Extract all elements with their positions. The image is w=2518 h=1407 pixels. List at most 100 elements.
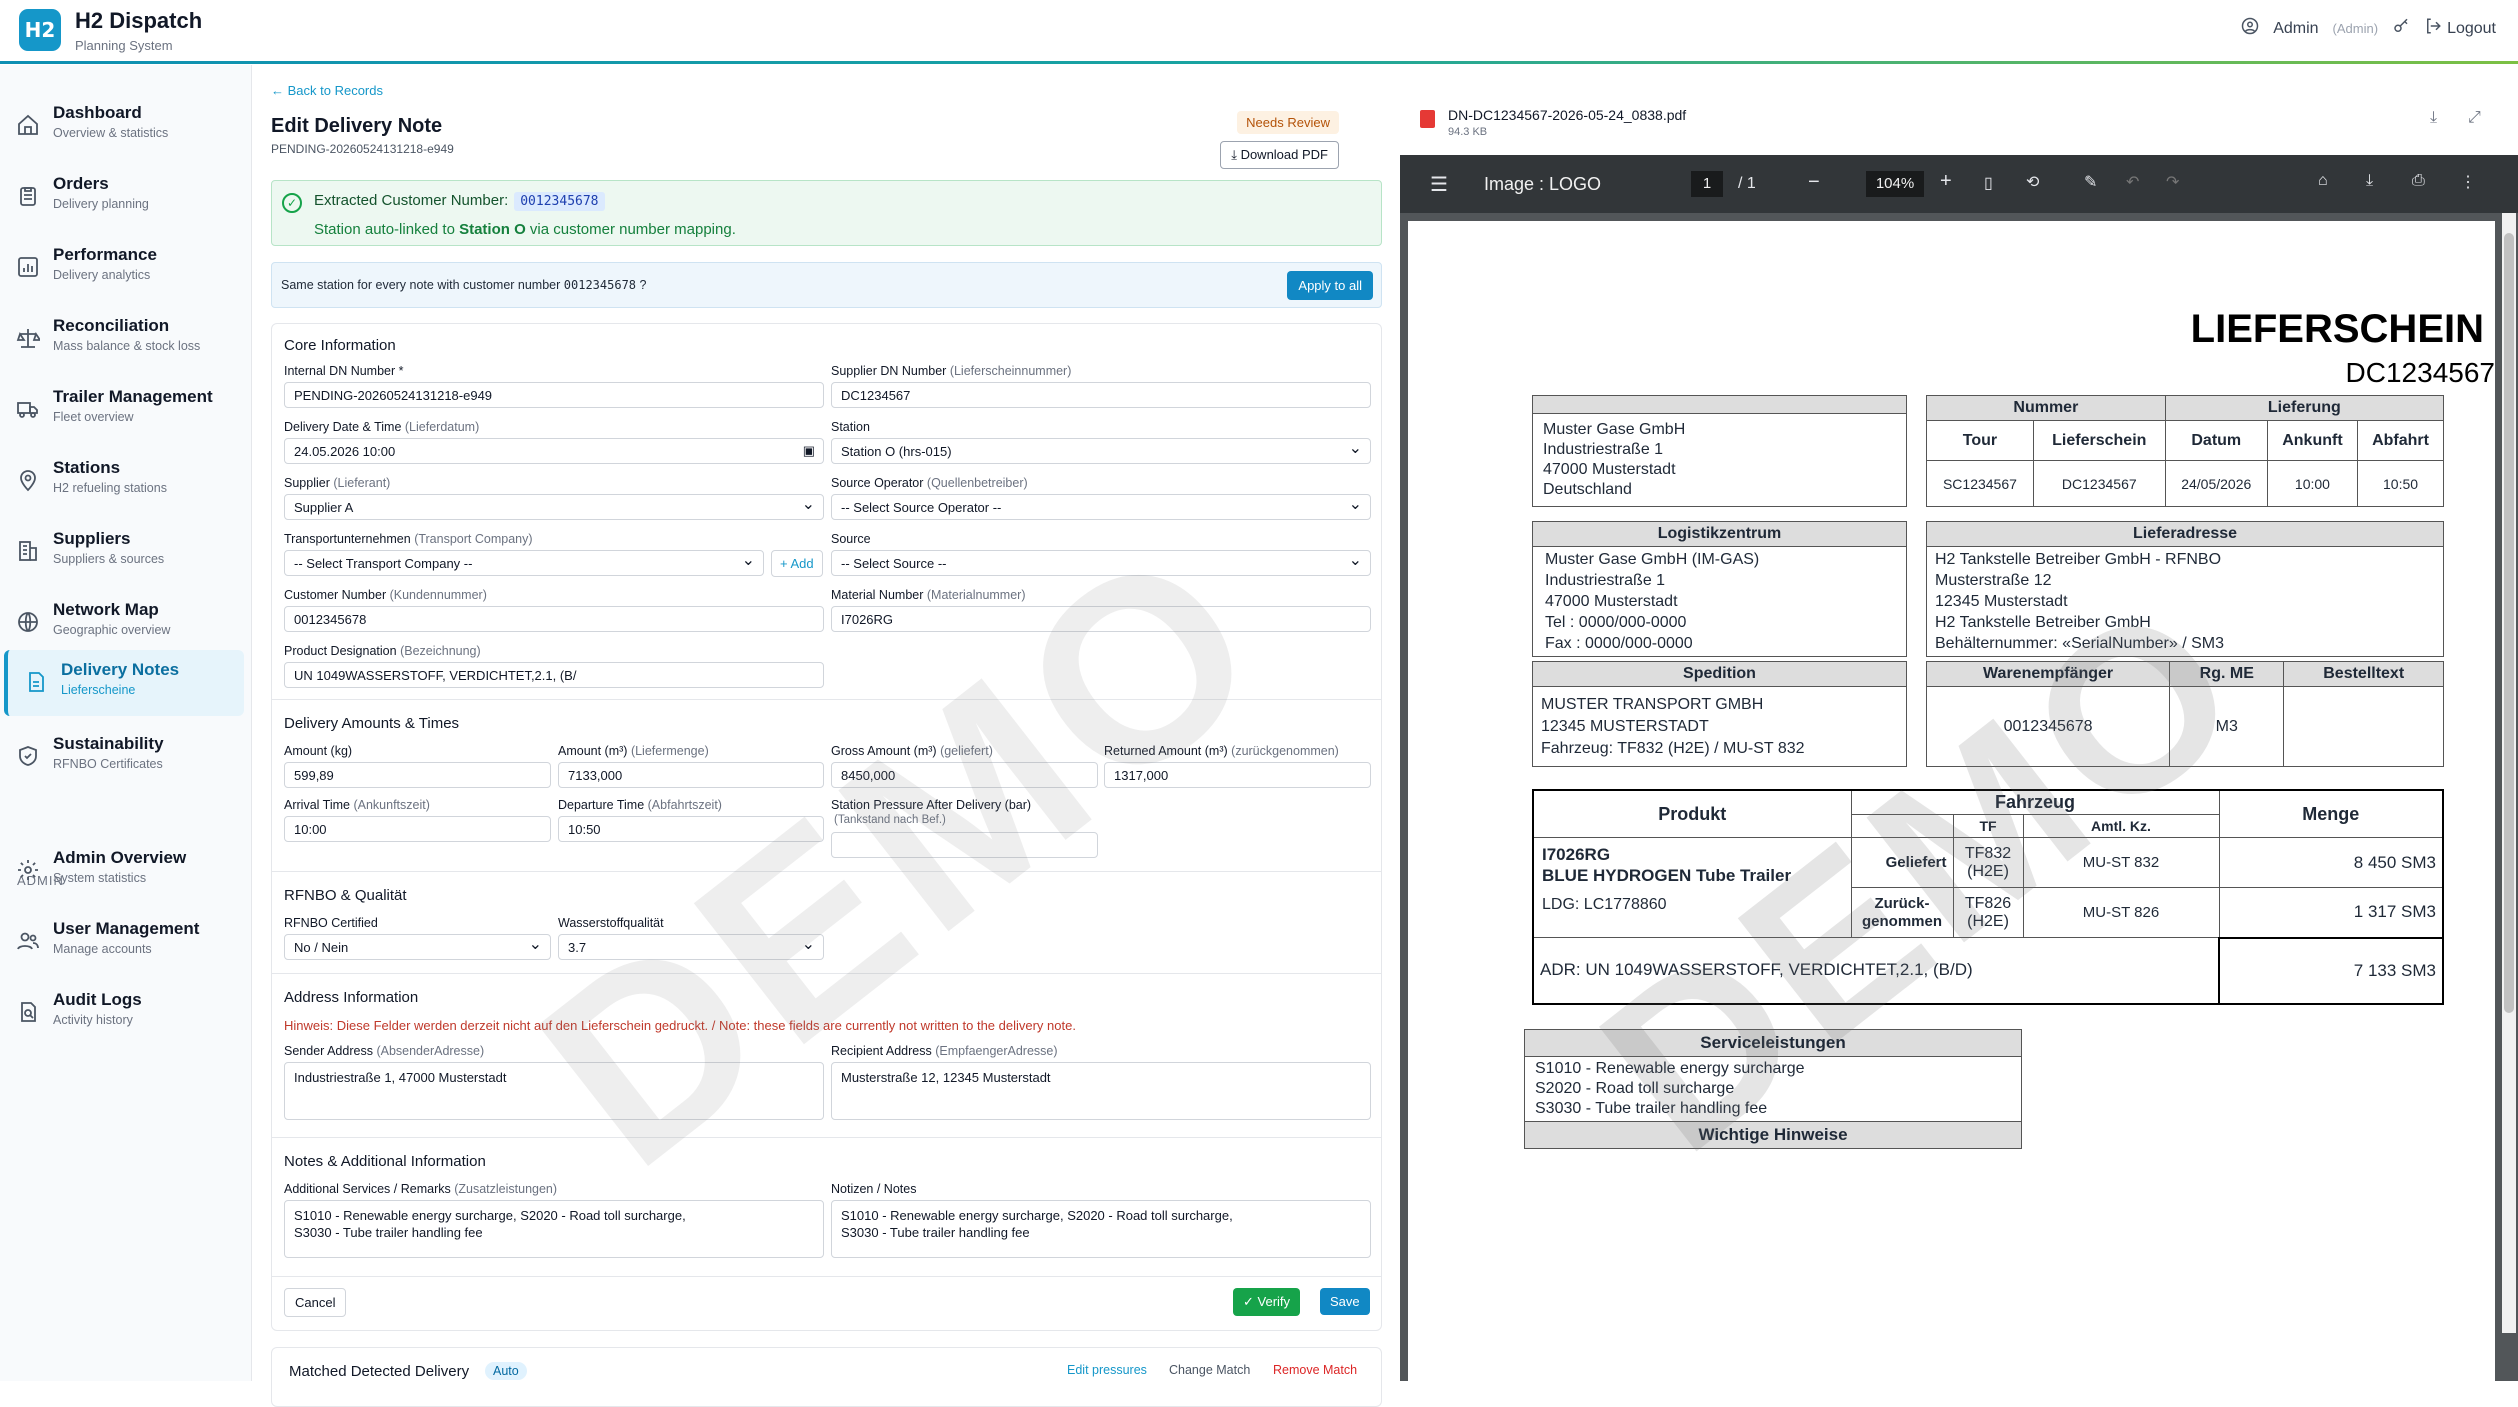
zoom-in-icon[interactable]: + (1940, 170, 1952, 193)
material-number-input[interactable]: I7026RG (831, 606, 1371, 632)
sidebar-item-orders[interactable]: Orders Delivery planning (0, 164, 240, 230)
arrival-time-input[interactable]: 10:00 (284, 816, 551, 842)
th-warenempfaenger: Warenempfänger (1925, 661, 2171, 687)
pin-icon (20, 470, 36, 492)
key-icon[interactable] (2392, 17, 2410, 40)
amount-m3-label-text: Amount (m³) (558, 744, 628, 758)
page-count: / 1 (1738, 175, 1756, 192)
departure-time-input[interactable]: 10:50 (558, 816, 824, 842)
sidebar-item-label: Suppliers (53, 529, 131, 548)
save-button[interactable]: Save (1320, 1288, 1370, 1315)
add-transport-button[interactable]: + Add (771, 550, 823, 577)
notes-textarea[interactable]: S1010 - Renewable energy surcharge, S202… (831, 1200, 1371, 1258)
sidebar-item-user-management[interactable]: User Management Manage accounts (0, 909, 240, 975)
pdf-scrollbar[interactable] (2502, 213, 2516, 1333)
expand-icon[interactable]: ⤢ (2468, 109, 2481, 127)
redo-icon[interactable]: ↷ (2166, 172, 2179, 192)
sender-address-textarea[interactable]: Industriestraße 1, 47000 Musterstadt (284, 1062, 824, 1120)
td-rgme: M3 (2169, 686, 2285, 767)
page-number-input[interactable]: 1 (1691, 171, 1723, 197)
edit-pressures-link[interactable]: Edit pressures (1067, 1363, 1147, 1377)
sender-line: Industriestraße 1 (1543, 441, 1664, 458)
rotate-icon[interactable]: ⟲ (2026, 172, 2039, 192)
supplier-select[interactable]: Supplier A (284, 494, 824, 520)
hydrogen-quality-select[interactable]: 3.7 (558, 934, 824, 960)
back-link[interactable]: ← Back to Records (271, 83, 383, 98)
td-zurueck: Zurück- genommen (1850, 887, 1954, 938)
remove-match-link[interactable]: Remove Match (1273, 1363, 1357, 1377)
returned-amount-input[interactable]: 1317,000 (1104, 762, 1371, 788)
sidebar-item-reconciliation[interactable]: Reconciliation Mass balance & stock loss (0, 306, 240, 372)
cancel-button[interactable]: Cancel (284, 1288, 347, 1317)
sidebar-item-label: Orders (53, 174, 109, 193)
warenempfaenger-table: Warenempfänger Rg. ME Bestelltext 00123456… (1925, 661, 2444, 767)
rfnbo-certified-select[interactable]: No / Nein (284, 934, 551, 960)
annotate-icon[interactable]: ✎ (2084, 172, 2097, 192)
product-input[interactable]: UN 1049WASSERSTOFF, VERDICHTET,2.1, (B/ (284, 662, 824, 688)
fit-page-icon[interactable]: ▯ (1984, 173, 1993, 193)
save-pdf-icon[interactable]: ⤓ (2366, 172, 2373, 190)
amount-m3-input[interactable]: 7133,000 (558, 762, 824, 788)
supplier-hint: (Lieferant) (333, 476, 391, 490)
sidebar-item-audit-logs[interactable]: Audit Logs Activity history (0, 980, 240, 1046)
sidebar-item-stations[interactable]: Stations H2 refueling stations (0, 448, 240, 514)
download-icon[interactable]: ⤓ (2430, 109, 2437, 127)
sidebar-item-sustainability[interactable]: Sustainability RFNBO Certificates (0, 724, 240, 790)
sidebar-item-network-map[interactable]: Network Map Geographic overview (0, 590, 240, 656)
customer-number-label: Customer Number (Kundennummer) (284, 588, 487, 602)
scrollbar-thumb[interactable] (2504, 233, 2514, 1013)
spedition-line: MUSTER TRANSPORT GMBH (1541, 695, 1764, 713)
internal-dn-input[interactable]: PENDING-20260524131218-e949 (284, 382, 824, 408)
source-operator-select[interactable]: -- Select Source Operator -- (831, 494, 1371, 520)
print-icon[interactable]: ⎙ (2412, 172, 2425, 190)
undo-icon[interactable]: ↶ (2126, 172, 2139, 192)
sidebar-item-delivery-notes[interactable]: Delivery Notes Lieferscheine (4, 650, 244, 716)
apply-to-all-button[interactable]: Apply to all (1287, 271, 1373, 300)
station-select[interactable]: Station O (hrs-015) (831, 438, 1371, 464)
supplier-dn-hint: (Lieferscheinnummer) (949, 364, 1072, 378)
calendar-icon[interactable]: ▣ (803, 443, 815, 459)
services-textarea[interactable]: S1010 - Renewable energy surcharge, S202… (284, 1200, 824, 1258)
source-select[interactable]: -- Select Source -- (831, 550, 1371, 576)
sidebar-item-dashboard[interactable]: Dashboard Overview & statistics (0, 93, 240, 159)
sidebar-item-performance[interactable]: Performance Delivery analytics (0, 235, 240, 301)
customer-number-input[interactable]: 0012345678 (284, 606, 824, 632)
th-hinweise: Wichtige Hinweise (1524, 1121, 2022, 1149)
supplier-dn-input[interactable]: DC1234567 (831, 382, 1371, 408)
divider (272, 973, 1381, 974)
menu-icon[interactable]: ☰ (1430, 172, 1448, 197)
download-pdf-button[interactable]: ⤓ Download PDF (1220, 141, 1339, 169)
gross-amount-input[interactable]: 8450,000 (831, 762, 1098, 788)
section-title-core: Core Information (284, 337, 396, 354)
amount-kg-input[interactable]: 599,89 (284, 762, 551, 788)
gross-amount-hint: (geliefert) (940, 744, 993, 758)
services-box: Serviceleistungen S1010 - Renewable ener… (1524, 1029, 2022, 1149)
sign-icon[interactable]: ⌂ (2318, 172, 2328, 190)
station-pressure-input[interactable] (831, 832, 1098, 858)
sidebar-item-admin-overview[interactable]: Admin Overview System statistics (0, 838, 240, 904)
delivery-date-input[interactable]: 24.05.2026 10:00 ▣ (284, 438, 824, 464)
change-match-link[interactable]: Change Match (1169, 1363, 1250, 1377)
produkt-name: BLUE HYDROGEN Tube Trailer (1542, 866, 1792, 885)
transport-select[interactable]: -- Select Transport Company -- (284, 550, 764, 576)
zoom-level[interactable]: 104% (1866, 171, 1924, 197)
sidebar-item-label: Performance (53, 245, 157, 264)
services-hint: (Zusatzleistungen) (454, 1182, 558, 1196)
verify-button[interactable]: ✓ Verify (1233, 1288, 1301, 1316)
sidebar-item-sub: Activity history (53, 1013, 133, 1027)
logout-button[interactable]: Logout (2424, 17, 2496, 40)
globe-icon (18, 612, 38, 632)
transport-label: Transportunternehmen (Transport Company) (284, 532, 533, 546)
pdf-filesize: 94.3 KB (1448, 126, 1488, 138)
more-options-icon[interactable]: ⋮ (2460, 172, 2476, 192)
user-menu: Admin (Admin) Logout (2241, 17, 2496, 40)
station-label: Station (831, 420, 870, 434)
sidebar-item-trailer-management[interactable]: Trailer Management Fleet overview (0, 377, 240, 443)
recipient-address-textarea[interactable]: Musterstraße 12, 12345 Musterstadt (831, 1062, 1371, 1120)
user-name[interactable]: Admin (2273, 20, 2318, 38)
zoom-out-icon[interactable]: − (1808, 171, 1820, 194)
extracted-customer-number: 0012345678 (514, 192, 605, 211)
sidebar-item-suppliers[interactable]: Suppliers Suppliers & sources (0, 519, 240, 585)
th-bestelltext: Bestelltext (2283, 661, 2444, 687)
source-label: Source (831, 532, 871, 546)
